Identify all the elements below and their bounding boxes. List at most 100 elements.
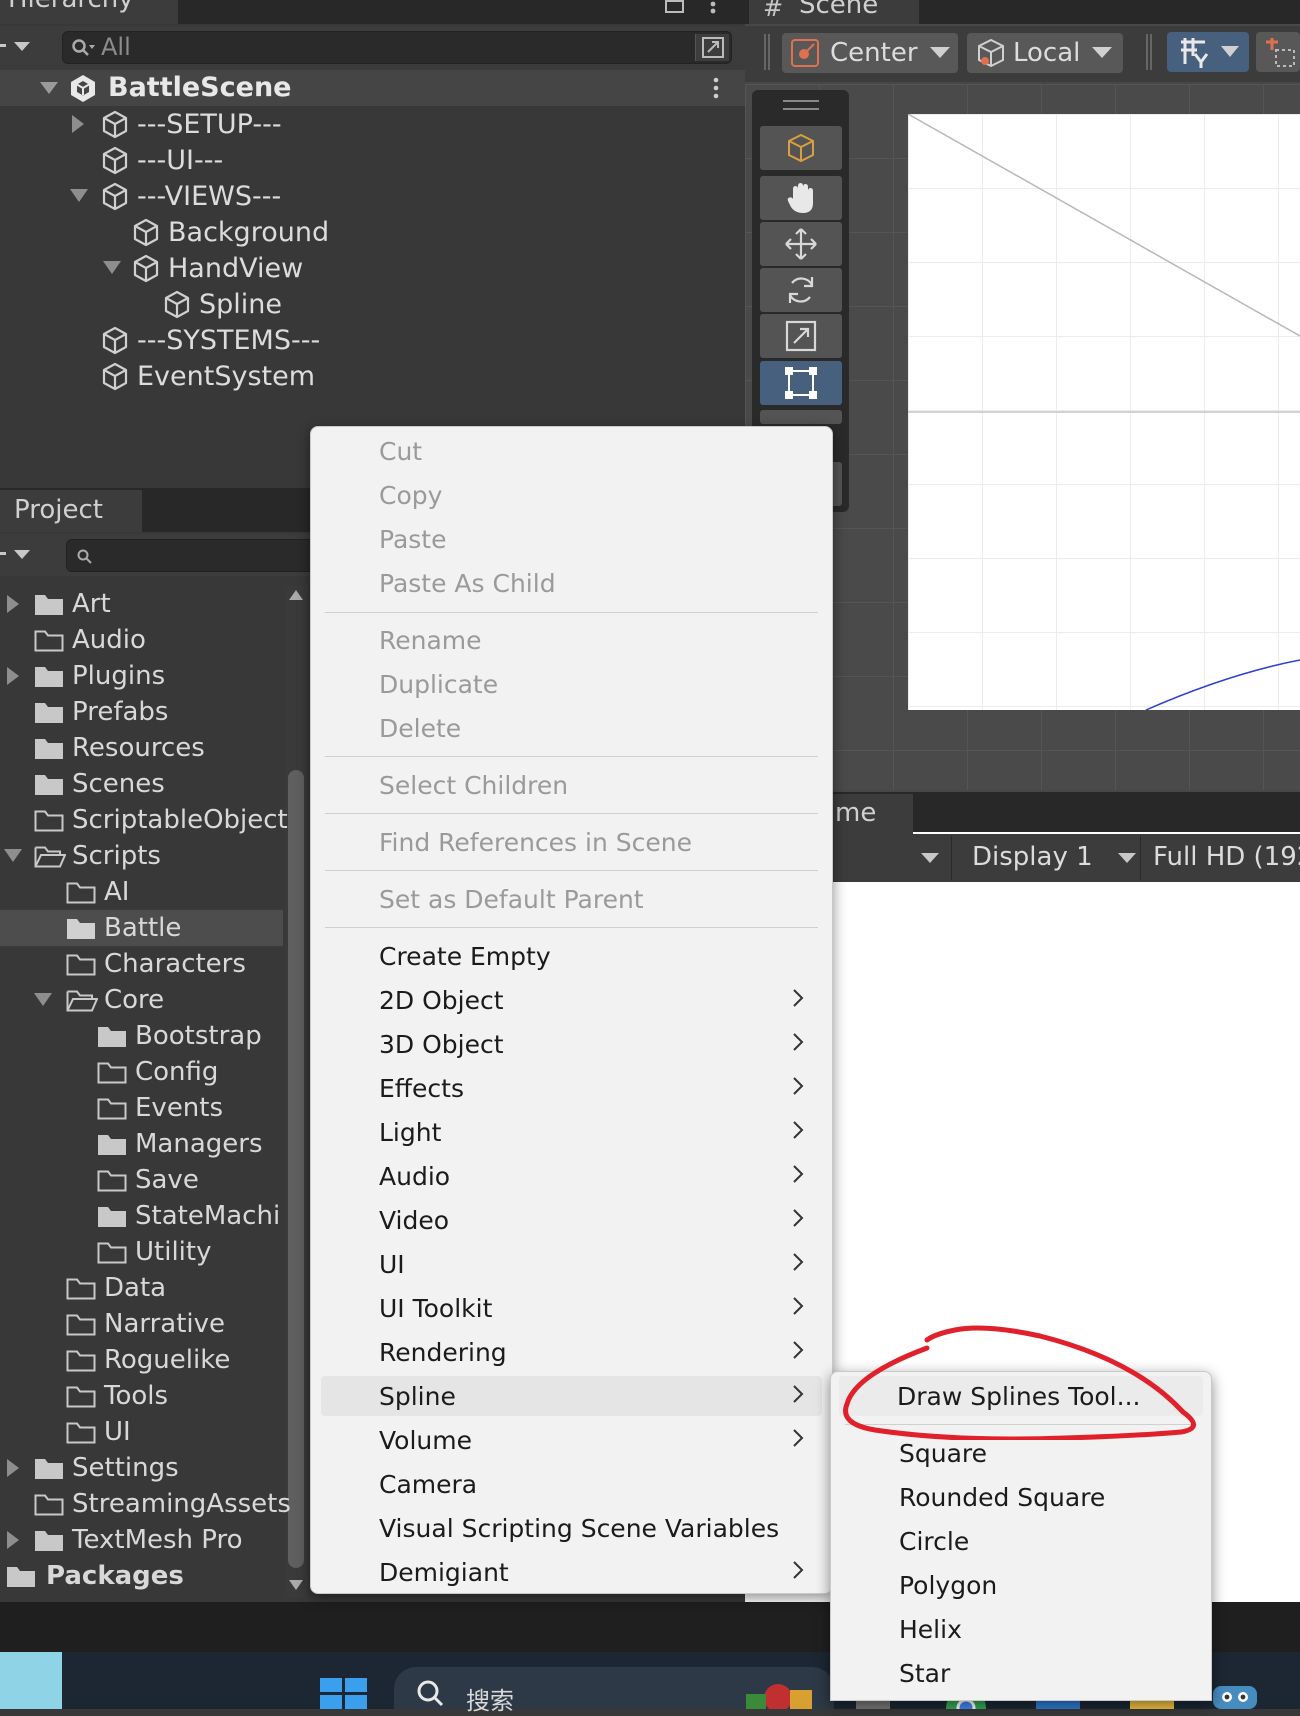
menu-item-ui-toolkit[interactable]: UI Toolkit	[311, 1288, 832, 1328]
folder-row[interactable]: StreamingAssets	[34, 1486, 291, 1522]
hierarchy-more-icon[interactable]	[708, 0, 718, 14]
menu-item-3d-object[interactable]: 3D Object	[311, 1024, 832, 1064]
expanded-arrow-icon[interactable]	[103, 261, 121, 275]
hierarchy-row[interactable]: ---UI---	[100, 143, 223, 177]
folder-row[interactable]: Audio	[34, 622, 146, 658]
scene-row[interactable]: BattleScene	[0, 70, 745, 106]
folder-row[interactable]: Plugins	[6, 658, 165, 694]
folder-row[interactable]: UI	[66, 1414, 131, 1450]
submenu-item-polygon[interactable]: Polygon	[831, 1565, 1211, 1605]
menu-item-effects[interactable]: Effects	[311, 1068, 832, 1108]
folder-row[interactable]: Managers	[97, 1126, 263, 1162]
windows-start-icon[interactable]	[320, 1678, 368, 1709]
add-dropdown-icon[interactable]	[0, 38, 34, 54]
menu-item-ui[interactable]: UI	[311, 1244, 832, 1284]
desktop-peek[interactable]	[0, 1652, 62, 1709]
display-dropdown[interactable]: Display 1	[951, 836, 1139, 880]
create-dropdown-icon[interactable]	[0, 546, 34, 562]
rect-tool[interactable]	[760, 361, 842, 405]
collapsed-arrow-icon[interactable]	[6, 1459, 20, 1477]
hand-tool[interactable]	[760, 176, 842, 220]
menu-item-spline[interactable]: Spline	[321, 1376, 822, 1416]
folder-row[interactable]: Scenes	[34, 766, 165, 802]
hierarchy-row[interactable]: ---SETUP---	[70, 107, 282, 141]
collapsed-arrow-icon[interactable]	[6, 595, 20, 613]
grid-snap-button[interactable]	[1167, 32, 1249, 72]
hierarchy-row[interactable]: HandView	[103, 251, 303, 285]
menu-item-rename[interactable]: Rename	[311, 620, 832, 660]
rotate-tool[interactable]	[760, 268, 842, 312]
increment-snap-icon[interactable]	[1256, 32, 1300, 72]
menu-item-copy[interactable]: Copy	[311, 475, 832, 515]
lock-icon[interactable]	[664, 0, 686, 14]
collapsed-arrow-icon[interactable]	[70, 115, 86, 133]
folder-row[interactable]: Prefabs	[34, 694, 168, 730]
menu-item-visual-scripting-scene-variables[interactable]: Visual Scripting Scene Variables	[311, 1508, 832, 1548]
submenu-item-circle[interactable]: Circle	[831, 1521, 1211, 1561]
scroll-up-icon[interactable]	[289, 590, 303, 600]
transform-tool[interactable]	[760, 410, 842, 424]
scale-tool[interactable]	[760, 314, 842, 358]
collapsed-arrow-icon[interactable]	[6, 1531, 20, 1549]
hierarchy-row[interactable]: ---VIEWS---	[70, 179, 281, 213]
folder-row[interactable]: ScriptableObject	[34, 802, 288, 838]
scene-more-icon[interactable]	[712, 76, 720, 100]
folder-row[interactable]: Utility	[97, 1234, 211, 1270]
scene-tab[interactable]: # Scene	[749, 0, 919, 24]
scrollbar-thumb[interactable]	[288, 770, 304, 1568]
menu-item-demigiant[interactable]: Demigiant	[311, 1552, 832, 1592]
menu-item-delete[interactable]: Delete	[311, 708, 832, 748]
expand-arrow-icon[interactable]	[40, 82, 58, 96]
hierarchy-row[interactable]: EventSystem	[100, 359, 315, 393]
expanded-arrow-icon[interactable]	[70, 189, 88, 203]
folder-row[interactable]: StateMachi	[97, 1198, 280, 1234]
collapsed-arrow-icon[interactable]	[6, 667, 20, 685]
menu-item-duplicate[interactable]: Duplicate	[311, 664, 832, 704]
hierarchy-search-field[interactable]: All	[62, 31, 732, 64]
menu-item-cut[interactable]: Cut	[311, 431, 832, 471]
folder-row[interactable]: Packages	[6, 1558, 184, 1594]
expanded-arrow-icon[interactable]	[4, 849, 22, 863]
folder-row[interactable]: Roguelike	[66, 1342, 230, 1378]
project-tab[interactable]: Project	[0, 490, 142, 532]
hierarchy-row[interactable]: ---SYSTEMS---	[100, 323, 320, 357]
menu-item-volume[interactable]: Volume	[311, 1420, 832, 1460]
folder-row[interactable]: Narrative	[66, 1306, 225, 1342]
pivot-center-button[interactable]: Center	[782, 33, 958, 73]
hierarchy-tab[interactable]: Hierarchy	[0, 0, 178, 24]
folder-row-selected[interactable]: Battle	[66, 910, 181, 946]
submenu-item-star[interactable]: Star	[831, 1653, 1211, 1693]
godot-icon[interactable]	[1210, 1678, 1260, 1709]
menu-item-rendering[interactable]: Rendering	[311, 1332, 832, 1372]
folder-row[interactable]: Characters	[66, 946, 246, 982]
menu-item-create-empty[interactable]: Create Empty	[311, 936, 832, 976]
submenu-item-rounded-square[interactable]: Rounded Square	[831, 1477, 1211, 1517]
folder-row[interactable]: Tools	[66, 1378, 168, 1414]
menu-item-find-references[interactable]: Find References in Scene	[311, 822, 832, 862]
menu-item-video[interactable]: Video	[311, 1200, 832, 1240]
folder-row[interactable]: Save	[97, 1162, 199, 1198]
folder-row[interactable]: Data	[66, 1270, 166, 1306]
folder-row[interactable]: Core	[34, 982, 164, 1018]
scroll-down-icon[interactable]	[289, 1580, 303, 1590]
folder-row[interactable]: Resources	[34, 730, 205, 766]
folder-row[interactable]: TextMesh Pro	[6, 1522, 243, 1558]
folder-row[interactable]: Settings	[6, 1450, 179, 1486]
overlay-drag-handle-icon[interactable]	[783, 100, 819, 112]
menu-item-paste-as-child[interactable]: Paste As Child	[311, 563, 832, 603]
space-local-button[interactable]: Local	[967, 33, 1123, 73]
menu-item-audio[interactable]: Audio	[311, 1156, 832, 1196]
project-scrollbar[interactable]	[285, 586, 307, 1598]
view-orientation-tool[interactable]	[760, 126, 842, 170]
menu-item-2d-object[interactable]: 2D Object	[311, 980, 832, 1020]
search-by-type-icon[interactable]	[695, 34, 729, 61]
submenu-item-helix[interactable]: Helix	[831, 1609, 1211, 1649]
menu-item-set-default-parent[interactable]: Set as Default Parent	[311, 879, 832, 919]
folder-row[interactable]: Config	[97, 1054, 218, 1090]
move-tool[interactable]	[760, 222, 842, 266]
folder-row[interactable]: Scripts	[4, 838, 161, 874]
folder-row[interactable]: Art	[6, 586, 111, 622]
project-search-field[interactable]	[66, 539, 326, 572]
folder-row[interactable]: AI	[66, 874, 129, 910]
expanded-arrow-icon[interactable]	[34, 993, 52, 1007]
